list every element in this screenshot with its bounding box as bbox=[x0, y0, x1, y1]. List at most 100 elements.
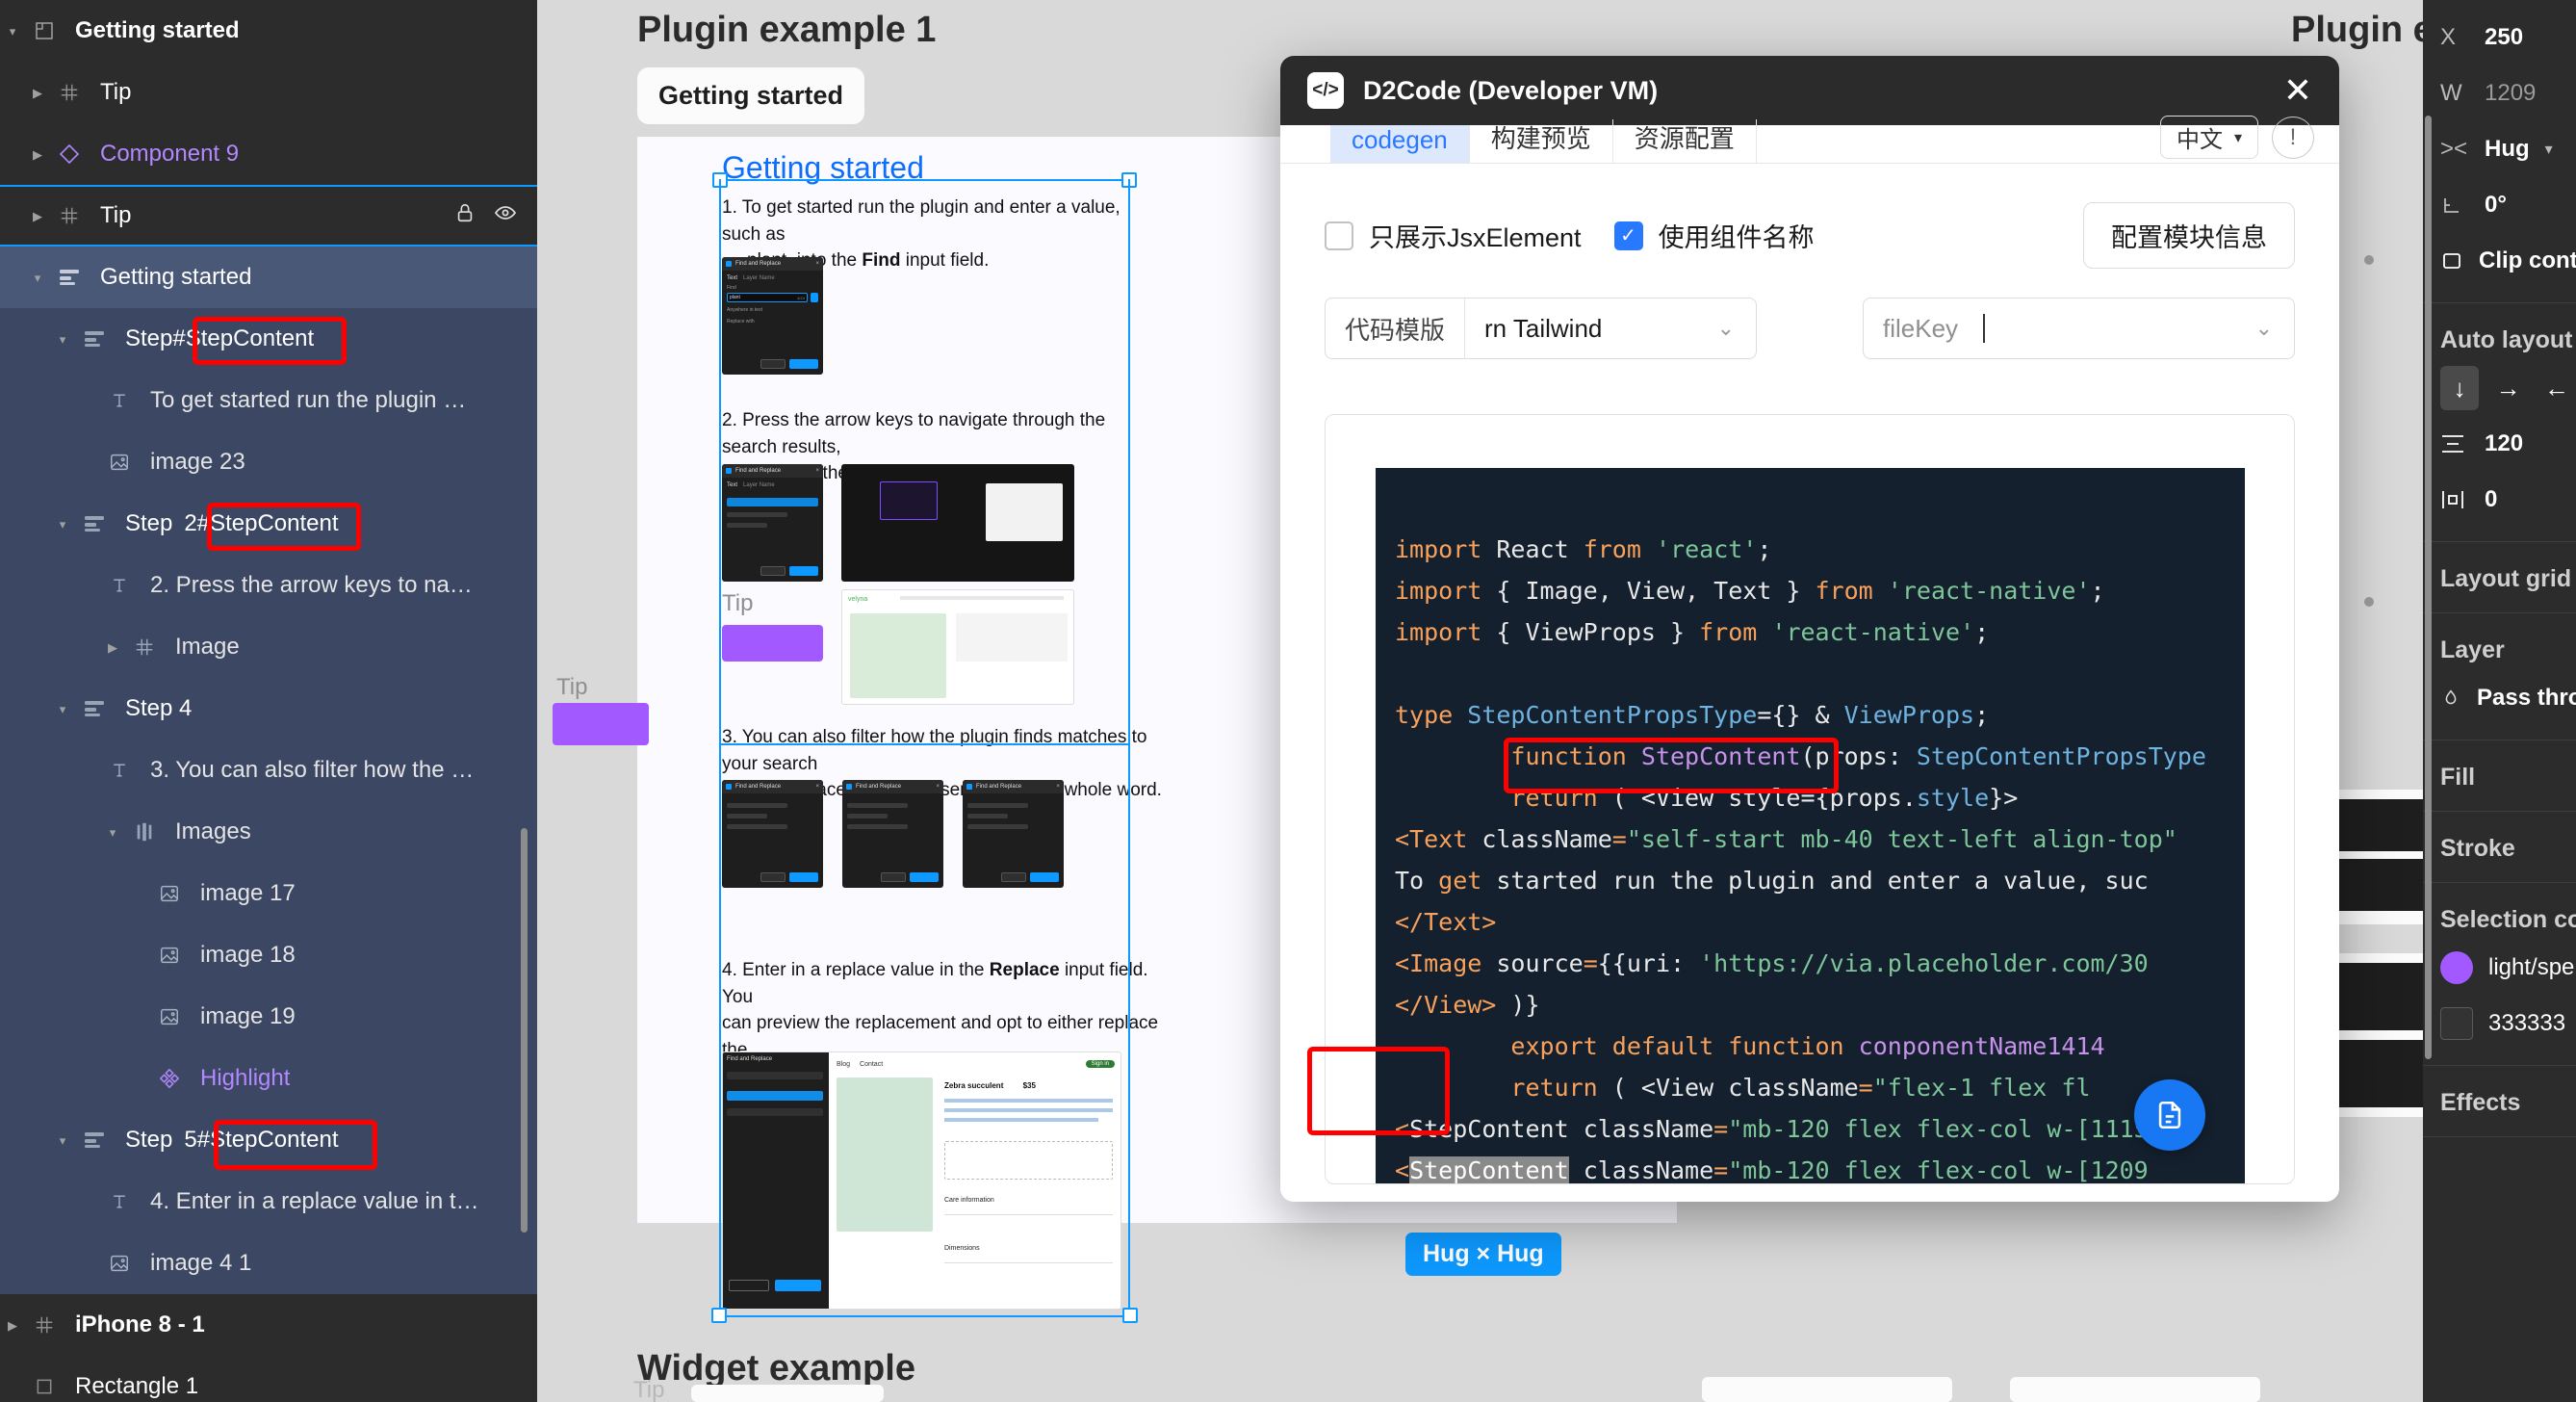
layer-label: Step bbox=[125, 325, 173, 351]
resize-handle-bottom-right[interactable] bbox=[1122, 1308, 1138, 1323]
direction-wrap-icon[interactable]: ← bbox=[2537, 366, 2576, 410]
copy-file-icon[interactable] bbox=[2134, 1079, 2205, 1151]
chevron-down-icon[interactable]: ▾ bbox=[25, 272, 50, 284]
layer-row-step-1[interactable]: ▾ Step #StepContent bbox=[0, 308, 537, 370]
code-editor[interactable]: import React from 'react'; import { Imag… bbox=[1376, 468, 2245, 1183]
layer-row-getting-started[interactable]: ▾ Getting started bbox=[0, 247, 537, 308]
checkbox-box-checked[interactable]: ✓ bbox=[1613, 221, 1643, 250]
close-icon[interactable]: ✕ bbox=[2283, 73, 2312, 108]
layer-row-images[interactable]: ▾ Images bbox=[0, 801, 537, 863]
layer-row[interactable]: 4. Enter in a replace value in t… bbox=[0, 1171, 537, 1233]
angle-icon bbox=[2440, 194, 2469, 217]
modal-tabs[interactable]: codegen 构建预览 资源配置 中文 ▾ ! bbox=[1280, 116, 2339, 164]
chevron-down-icon[interactable]: ▾ bbox=[50, 1134, 75, 1147]
selection-rectangle[interactable] bbox=[712, 172, 1137, 745]
chevron-down-icon[interactable]: ⌄ bbox=[2255, 316, 2294, 341]
config-module-info-button[interactable]: 配置模块信息 bbox=[2083, 202, 2295, 269]
x-value[interactable]: 250 bbox=[2485, 24, 2523, 51]
layer-row-step-2[interactable]: ▾ Step 2#StepContent bbox=[0, 493, 537, 555]
canvas-chip-getting-started[interactable]: Getting started bbox=[637, 67, 865, 124]
layer-row[interactable]: 2. Press the arrow keys to na… bbox=[0, 555, 537, 616]
chevron-down-icon[interactable]: ▾ bbox=[50, 518, 75, 531]
inspector-panel[interactable]: X 250 W 1209 >< Hug ▾ 0° Clip cont Auto … bbox=[2423, 0, 2576, 1402]
layer-row[interactable]: image 17 bbox=[0, 863, 537, 924]
layer-row-step-5[interactable]: ▾ Step 5#StepContent bbox=[0, 1109, 537, 1171]
inspector-clip-row[interactable]: Clip content bbox=[2423, 233, 2576, 289]
layer-row-iphone[interactable]: ▶ iPhone 8 - 1 bbox=[0, 1294, 537, 1356]
d2code-modal[interactable]: </> D2Code (Developer VM) ✕ codegen 构建预览… bbox=[1280, 56, 2339, 1202]
chevron-right-icon[interactable]: ▶ bbox=[25, 148, 50, 161]
inspector-x-row[interactable]: X 250 bbox=[2423, 10, 2576, 65]
selection-color-label: 333333 bbox=[2488, 1010, 2566, 1036]
gap-value[interactable]: 120 bbox=[2485, 430, 2523, 457]
clip-value[interactable]: Clip content bbox=[2479, 247, 2576, 274]
color-swatch[interactable] bbox=[2440, 1007, 2473, 1040]
chevron-down-icon[interactable]: ▾ bbox=[2545, 140, 2553, 159]
layer-row[interactable]: ▾ Getting started bbox=[0, 0, 537, 62]
chevron-down-icon[interactable]: ▾ bbox=[50, 703, 75, 715]
checkbox-box[interactable] bbox=[1325, 221, 1353, 250]
inspector-scrollbar[interactable] bbox=[2425, 116, 2432, 1059]
chevron-right-icon[interactable]: ▶ bbox=[25, 210, 50, 222]
autolayout-padding-row[interactable]: 0 bbox=[2423, 472, 2576, 528]
autolayout-gap-row[interactable]: 120 bbox=[2423, 416, 2576, 472]
code-template-select[interactable]: 代码模版 rn Tailwind ⌄ bbox=[1325, 298, 1757, 359]
layer-row[interactable]: ▶ Image bbox=[0, 616, 537, 678]
layers-panel[interactable]: ▾ Getting started ▶ Tip ▶ Component 9 ▶ bbox=[0, 0, 537, 1402]
chevron-down-icon[interactable]: ▾ bbox=[100, 826, 125, 839]
inspector-rotation-row[interactable]: 0° bbox=[2423, 177, 2576, 233]
tab-resource-config[interactable]: 资源配置 bbox=[1613, 119, 1757, 163]
chevron-right-icon[interactable]: ▶ bbox=[100, 641, 125, 654]
eye-icon[interactable] bbox=[493, 201, 518, 231]
checkbox-use-component-name[interactable]: ✓ 使用组件名称 bbox=[1613, 217, 1815, 254]
layer-row[interactable]: ▶ Component 9 bbox=[0, 123, 537, 185]
layer-row[interactable]: ▶ Tip bbox=[0, 185, 537, 247]
blend-value[interactable]: Pass through bbox=[2477, 685, 2576, 712]
padding-value[interactable]: 0 bbox=[2485, 486, 2497, 513]
chevron-down-icon[interactable]: ▾ bbox=[0, 25, 25, 38]
help-icon[interactable]: ! bbox=[2272, 116, 2314, 159]
layer-row[interactable]: image 19 bbox=[0, 986, 537, 1048]
direction-horizontal-icon[interactable]: → bbox=[2488, 366, 2527, 410]
close-icon: × bbox=[815, 784, 819, 790]
w-value[interactable]: 1209 bbox=[2485, 80, 2536, 107]
filekey-select[interactable]: fileKey ⌄ bbox=[1863, 298, 2295, 359]
resize-value[interactable]: Hug bbox=[2485, 136, 2530, 163]
language-select[interactable]: 中文 ▾ bbox=[2159, 116, 2258, 159]
resize-handle-top-left[interactable] bbox=[712, 172, 728, 188]
lock-icon[interactable] bbox=[454, 201, 476, 231]
layer-blend-row[interactable]: Pass through bbox=[2423, 670, 2576, 726]
resize-handle-top-right[interactable] bbox=[1121, 172, 1137, 188]
resize-handle-bottom-left[interactable] bbox=[711, 1308, 727, 1323]
chevron-down-icon[interactable]: ▾ bbox=[50, 333, 75, 346]
clip-icon bbox=[2440, 249, 2463, 273]
layer-row[interactable]: 3. You can also filter how the … bbox=[0, 740, 537, 801]
selection-color-row-2[interactable]: 333333 bbox=[2423, 996, 2576, 1052]
autolayout-direction-row[interactable]: ↓ → ← bbox=[2423, 360, 2576, 416]
inspector-resize-row[interactable]: >< Hug ▾ bbox=[2423, 121, 2576, 177]
inspector-w-row[interactable]: W 1209 bbox=[2423, 65, 2576, 121]
chevron-right-icon[interactable]: ▶ bbox=[25, 87, 50, 99]
tab-build-preview[interactable]: 构建预览 bbox=[1470, 119, 1613, 163]
color-swatch[interactable] bbox=[2440, 951, 2473, 984]
frame-icon bbox=[25, 16, 64, 45]
layer-row[interactable]: image 4 1 bbox=[0, 1233, 537, 1294]
layer-row-highlight[interactable]: Highlight bbox=[0, 1048, 537, 1109]
chevron-down-icon[interactable]: ⌄ bbox=[1717, 316, 1756, 341]
layer-row[interactable]: image 18 bbox=[0, 924, 537, 986]
layer-row[interactable]: To get started run the plugin … bbox=[0, 370, 537, 431]
tab-codegen[interactable]: codegen bbox=[1330, 125, 1470, 163]
layer-row[interactable]: image 23 bbox=[0, 431, 537, 493]
layer-row-step-4[interactable]: ▾ Step 4 bbox=[0, 678, 537, 740]
layers-scrollbar[interactable] bbox=[521, 828, 528, 1233]
selection-color-row-1[interactable]: light/spe bbox=[2423, 940, 2576, 996]
rotation-value[interactable]: 0° bbox=[2485, 192, 2507, 219]
checkbox-only-jsx[interactable]: 只展示JsxElement bbox=[1325, 217, 1582, 254]
layer-label: Step 4 bbox=[125, 695, 193, 721]
chevron-right-icon[interactable]: ▶ bbox=[0, 1319, 25, 1332]
code-preview-panel[interactable]: import React from 'react'; import { Imag… bbox=[1325, 414, 2295, 1184]
close-icon: × bbox=[1056, 784, 1060, 790]
layer-row[interactable]: ▶ Tip bbox=[0, 62, 537, 123]
layer-row-rectangle[interactable]: Rectangle 1 bbox=[0, 1356, 537, 1402]
direction-vertical-icon[interactable]: ↓ bbox=[2440, 366, 2480, 410]
